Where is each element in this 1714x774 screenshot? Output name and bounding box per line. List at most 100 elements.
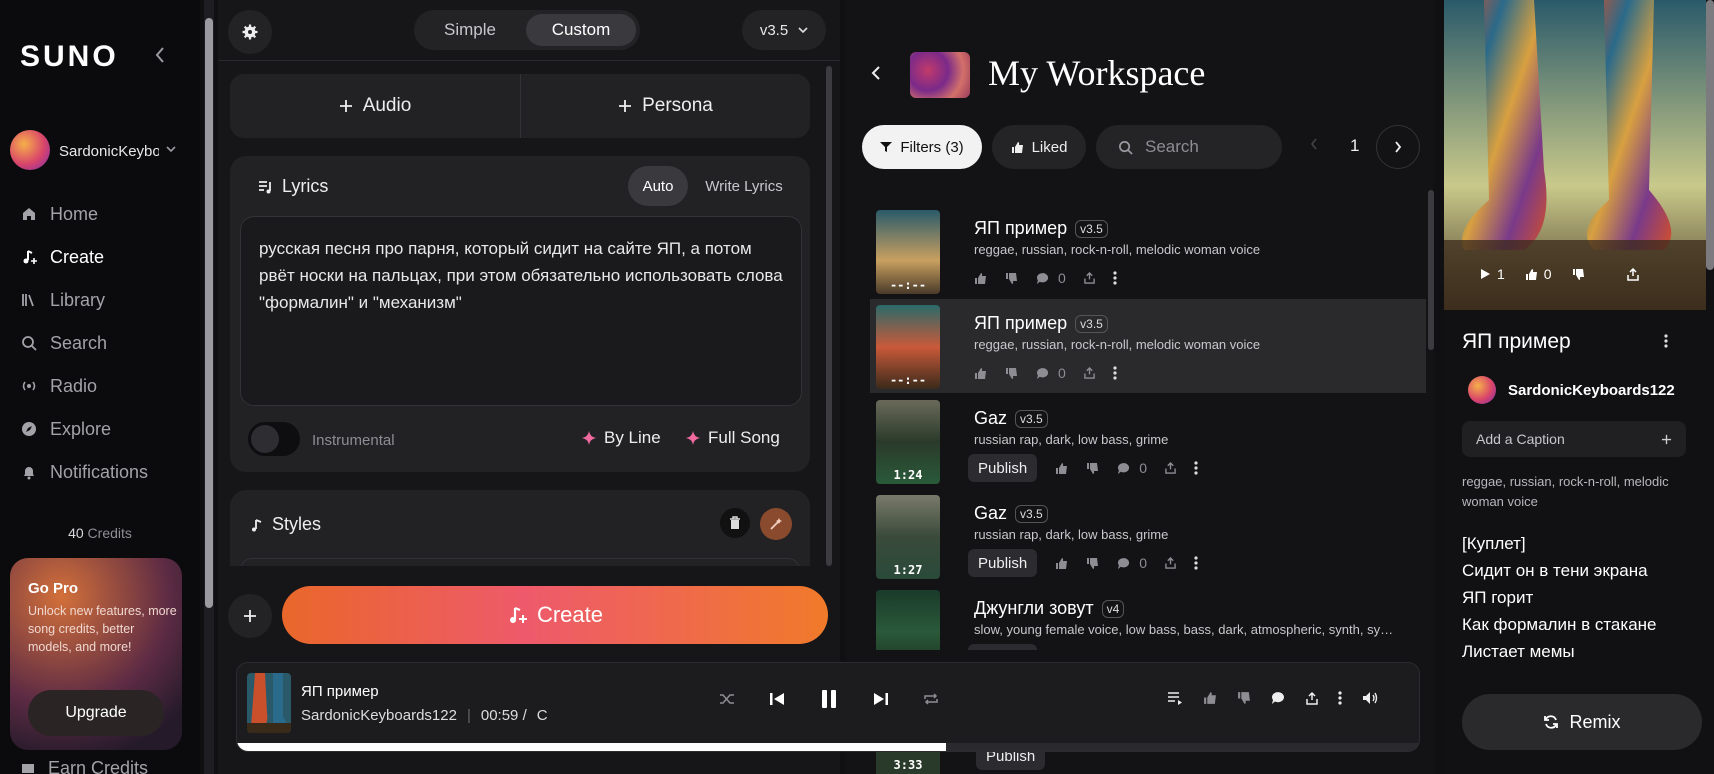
model-version-select[interactable]: v3.5 xyxy=(742,10,826,50)
song-author[interactable]: SardonicKeyboards122 xyxy=(1508,382,1675,399)
queue-icon[interactable] xyxy=(1167,691,1183,705)
filters-button[interactable]: Filters (3) xyxy=(862,125,982,169)
like-count[interactable]: 0 xyxy=(1525,266,1552,282)
song-thumbnail[interactable]: 1:24 xyxy=(876,400,940,484)
sidebar-item-notifications[interactable]: Notifications xyxy=(20,459,148,485)
song-title[interactable]: Джунгли зовут v4 xyxy=(974,598,1125,619)
publish-button[interactable]: Publish xyxy=(968,549,1038,577)
thumbs-down-icon[interactable] xyxy=(1086,557,1099,570)
repeat-icon[interactable] xyxy=(923,692,939,706)
player-thumbnail[interactable] xyxy=(247,673,291,733)
create-button[interactable]: Create xyxy=(282,586,828,644)
clear-styles-button[interactable] xyxy=(720,508,750,538)
sidebar-scrollbar-thumb[interactable] xyxy=(205,18,213,608)
share-icon[interactable] xyxy=(1084,367,1095,379)
sidebar-item-search[interactable]: Search xyxy=(20,330,107,356)
by-line-button[interactable]: By Line xyxy=(582,428,661,448)
next-page-button[interactable] xyxy=(1376,125,1420,169)
share-icon[interactable] xyxy=(1626,267,1639,281)
player-artist[interactable]: SardonicKeyboards122 xyxy=(301,707,457,724)
more-options-icon[interactable] xyxy=(1113,271,1117,285)
lyrics-write-button[interactable]: Write Lyrics xyxy=(694,166,794,206)
previous-page-icon[interactable] xyxy=(1310,138,1318,150)
remix-button[interactable]: Remix xyxy=(1462,694,1702,750)
song-thumbnail[interactable]: 1:27 xyxy=(876,495,940,579)
comment-button[interactable]: 0 xyxy=(1036,365,1066,381)
share-icon[interactable] xyxy=(1084,272,1095,284)
more-options-icon[interactable] xyxy=(1338,691,1342,705)
song-row[interactable]: 1:27 Gaz v3.5 russian rap, dark, low bass, … xyxy=(870,489,1426,583)
add-persona-button[interactable]: Persona xyxy=(520,74,810,138)
song-thumbnail[interactable] xyxy=(876,590,940,650)
volume-icon[interactable] xyxy=(1362,691,1378,705)
song-thumbnail[interactable]: --:-- xyxy=(876,210,940,294)
thumbs-up-icon[interactable] xyxy=(974,367,987,380)
publish-button[interactable]: Publish xyxy=(968,644,1038,650)
thumbs-up-icon[interactable] xyxy=(1203,691,1217,705)
sidebar-item-radio[interactable]: Radio xyxy=(20,373,97,399)
mode-simple-button[interactable]: Simple xyxy=(418,14,522,46)
thumbs-down-icon[interactable] xyxy=(1237,691,1251,705)
song-title[interactable]: ЯП пример v3.5 xyxy=(974,313,1108,334)
share-icon[interactable] xyxy=(1165,557,1176,569)
upgrade-button[interactable]: Upgrade xyxy=(28,690,164,736)
comment-icon[interactable] xyxy=(1271,691,1286,705)
shuffle-icon[interactable] xyxy=(719,692,735,706)
thumbs-up-icon[interactable] xyxy=(974,272,987,285)
more-options-icon[interactable] xyxy=(1194,461,1198,475)
workspace-scrollbar[interactable] xyxy=(1428,190,1434,350)
workspace-search[interactable] xyxy=(1096,125,1282,169)
sidebar-username[interactable]: SardonicKeyboards122 xyxy=(59,143,159,160)
avatar[interactable] xyxy=(1468,376,1496,404)
song-row[interactable]: Джунгли зовут v4 slow, young female voice,… xyxy=(870,584,1426,650)
generate-styles-button[interactable] xyxy=(760,508,792,540)
thumbs-up-icon[interactable] xyxy=(1055,462,1068,475)
pause-icon[interactable] xyxy=(819,689,839,709)
song-thumbnail[interactable]: --:-- xyxy=(876,305,940,389)
thumbs-up-icon[interactable] xyxy=(1055,557,1068,570)
collapse-sidebar-icon[interactable] xyxy=(154,46,166,64)
skip-back-icon[interactable] xyxy=(769,691,785,707)
back-icon[interactable] xyxy=(870,64,882,82)
detail-scrollbar[interactable] xyxy=(1706,0,1714,270)
thumbs-down-icon[interactable] xyxy=(1086,462,1099,475)
song-row[interactable]: --:-- ЯП пример v3.5 reggae, russian, rock-… xyxy=(870,204,1426,298)
play-count[interactable]: 1 xyxy=(1480,266,1505,282)
song-title[interactable]: ЯП пример v3.5 xyxy=(974,218,1108,239)
liked-button[interactable]: Liked xyxy=(992,125,1086,169)
song-row[interactable]: --:-- ЯП пример v3.5 reggae, russian, rock-… xyxy=(870,299,1426,393)
more-options-icon[interactable] xyxy=(1113,366,1117,380)
thumbs-down-icon[interactable] xyxy=(1005,272,1018,285)
sidebar-item-home[interactable]: Home xyxy=(20,201,98,227)
share-icon[interactable] xyxy=(1165,462,1176,474)
sidebar-item-explore[interactable]: Explore xyxy=(20,416,111,442)
avatar[interactable] xyxy=(10,130,50,170)
add-caption-field[interactable]: Add a Caption xyxy=(1462,421,1686,457)
skip-forward-icon[interactable] xyxy=(873,691,889,707)
comment-button[interactable]: 0 xyxy=(1117,555,1147,571)
song-title[interactable]: Gaz v3.5 xyxy=(974,503,1048,524)
suno-logo[interactable]: SUNO xyxy=(20,40,119,74)
settings-button[interactable] xyxy=(228,10,272,54)
thumbs-down-icon[interactable] xyxy=(1005,367,1018,380)
progress-fill[interactable] xyxy=(237,743,947,751)
lyrics-auto-button[interactable]: Auto xyxy=(628,166,688,206)
workspace-search-input[interactable] xyxy=(1145,137,1265,157)
sidebar-item-create[interactable]: Create xyxy=(20,244,104,270)
chevron-down-icon[interactable] xyxy=(166,145,176,153)
thumbs-down-icon[interactable] xyxy=(1572,268,1585,281)
player-song-title[interactable]: ЯП пример xyxy=(301,683,379,700)
comment-button[interactable]: 0 xyxy=(1117,460,1147,476)
more-options-icon[interactable] xyxy=(1664,334,1668,348)
lyrics-textarea[interactable]: русская песня про парня, который сидит н… xyxy=(240,216,802,406)
song-title[interactable]: Gaz v3.5 xyxy=(974,408,1048,429)
song-row[interactable]: 1:24 Gaz v3.5 russian rap, dark, low bass, … xyxy=(870,394,1426,488)
full-song-button[interactable]: Full Song xyxy=(686,428,780,448)
instrumental-toggle-knob[interactable] xyxy=(251,425,279,453)
share-icon[interactable] xyxy=(1306,691,1318,705)
sidebar-item-library[interactable]: Library xyxy=(20,287,105,313)
sidebar-item-earn-credits[interactable]: Earn Credits xyxy=(20,758,148,774)
publish-button[interactable]: Publish xyxy=(968,454,1038,482)
more-options-icon[interactable] xyxy=(1194,556,1198,570)
add-button[interactable] xyxy=(228,594,272,638)
